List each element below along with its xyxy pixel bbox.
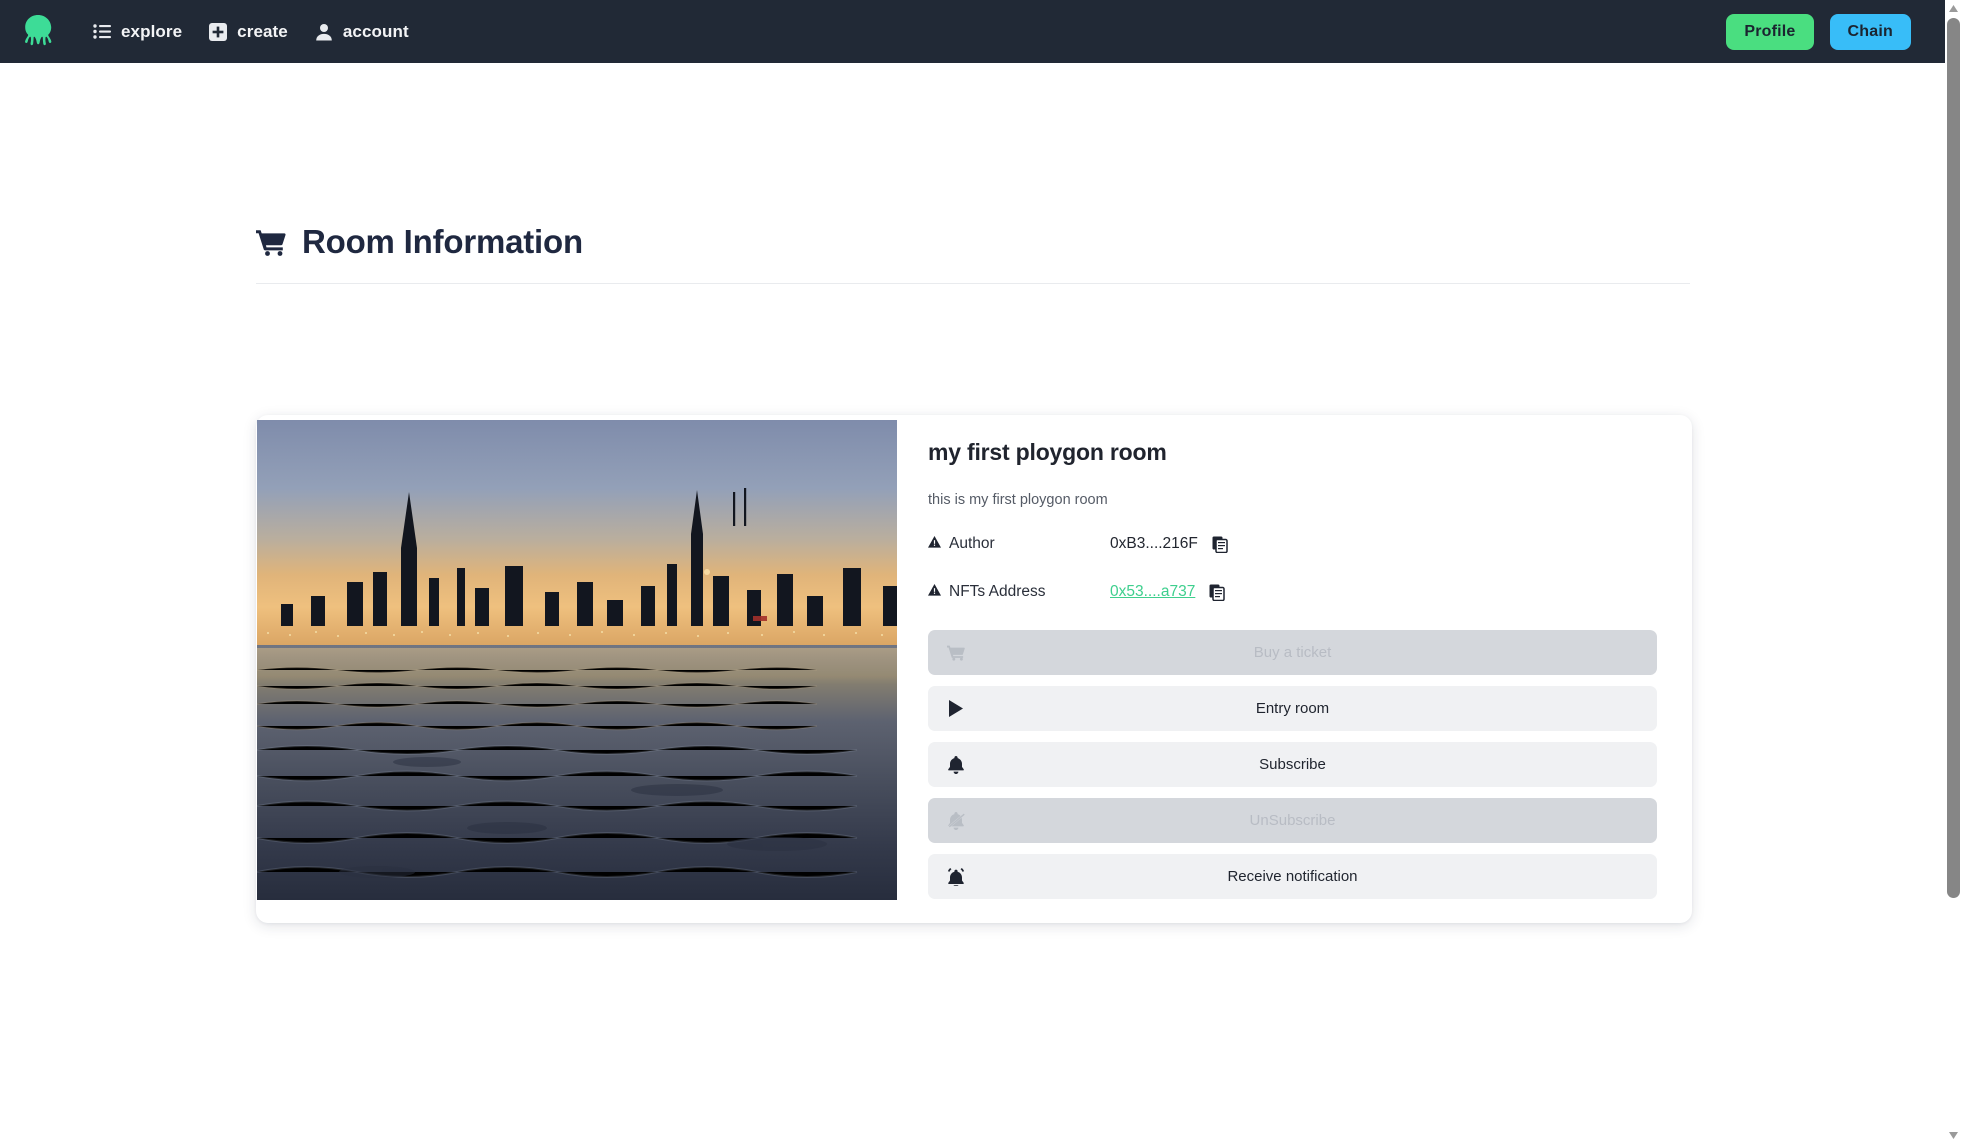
entry-room-label: Entry room [1255, 700, 1330, 717]
room-title: my first ploygon room [928, 439, 1167, 465]
bell-icon [946, 755, 966, 775]
nav-item-account-label: account [342, 21, 409, 41]
profile-button[interactable]: Profile [1726, 13, 1814, 50]
room-actions: Buy a ticket Entry room Subscribe UnSubs… [928, 630, 1662, 899]
buy-ticket-button[interactable]: Buy a ticket [928, 630, 1657, 675]
nav-item-explore-label: explore [121, 21, 183, 41]
scrollbar-thumb[interactable] [1947, 18, 1960, 898]
top-navbar: explore create account Profile Chain [0, 0, 1945, 63]
scroll-up-arrow-icon[interactable] [1945, 0, 1962, 17]
nav-item-create-label: create [237, 21, 288, 41]
author-label: Author [949, 535, 995, 552]
receive-notification-label: Receive notification [1227, 868, 1358, 885]
skyline-illustration [257, 420, 897, 900]
room-details-panel: my first ploygon room this is my first p… [897, 415, 1692, 923]
page-title: Room Information [302, 223, 583, 260]
bell-ring-icon [946, 867, 966, 887]
page-scrollbar[interactable] [1945, 0, 1962, 1144]
nfts-address-label-group: NFTs Address [928, 583, 1110, 601]
subscribe-label: Subscribe [1259, 756, 1326, 773]
entry-room-button[interactable]: Entry room [928, 686, 1657, 731]
receive-notification-button[interactable]: Receive notification [928, 854, 1657, 899]
unsubscribe-button[interactable]: UnSubscribe [928, 798, 1657, 843]
page-title-row: Room Information [256, 223, 1690, 284]
room-card: my first ploygon room this is my first p… [256, 415, 1692, 923]
page-body: Room Information my first ploygon room t… [0, 63, 1945, 1144]
nav-item-account[interactable]: account [314, 22, 409, 42]
room-cover-image [257, 420, 897, 900]
nav-item-explore[interactable]: explore [92, 22, 182, 42]
buy-ticket-label: Buy a ticket [1253, 644, 1332, 661]
navbar-actions: Profile Chain [1726, 13, 1923, 50]
copy-nfts-address-icon[interactable] [1209, 584, 1226, 601]
cart-icon [946, 643, 966, 663]
nfts-address-label: NFTs Address [949, 583, 1046, 600]
warning-triangle-icon [928, 535, 941, 553]
author-address: 0xB3....216F [1110, 535, 1198, 552]
page-header-section: Room Information [256, 223, 1690, 284]
room-description: this is my first ploygon room [928, 492, 1108, 508]
nav-links: explore create account [92, 22, 409, 42]
shopping-cart-icon [256, 228, 286, 256]
copy-author-icon[interactable] [1212, 536, 1228, 553]
author-row: Author 0xB3....216F [928, 532, 1662, 556]
chain-button[interactable]: Chain [1829, 13, 1911, 50]
list-icon [92, 22, 112, 42]
warning-triangle-icon [928, 583, 941, 601]
nfts-address-link[interactable]: 0x53....a737 [1110, 583, 1195, 601]
bell-slash-icon [946, 811, 966, 831]
author-label-group: Author [928, 535, 1110, 553]
scroll-down-arrow-icon[interactable] [1945, 1127, 1962, 1144]
plus-square-icon [208, 22, 228, 42]
room-image-panel [256, 415, 897, 923]
octopus-logo-icon [25, 14, 52, 45]
unsubscribe-label: UnSubscribe [1249, 812, 1336, 829]
nfts-address-row: NFTs Address 0x53....a737 [928, 580, 1662, 604]
octopus-logo[interactable] [18, 11, 58, 53]
user-icon [314, 22, 334, 42]
nav-item-create[interactable]: create [208, 22, 288, 42]
subscribe-button[interactable]: Subscribe [928, 742, 1657, 787]
play-icon [946, 699, 966, 719]
